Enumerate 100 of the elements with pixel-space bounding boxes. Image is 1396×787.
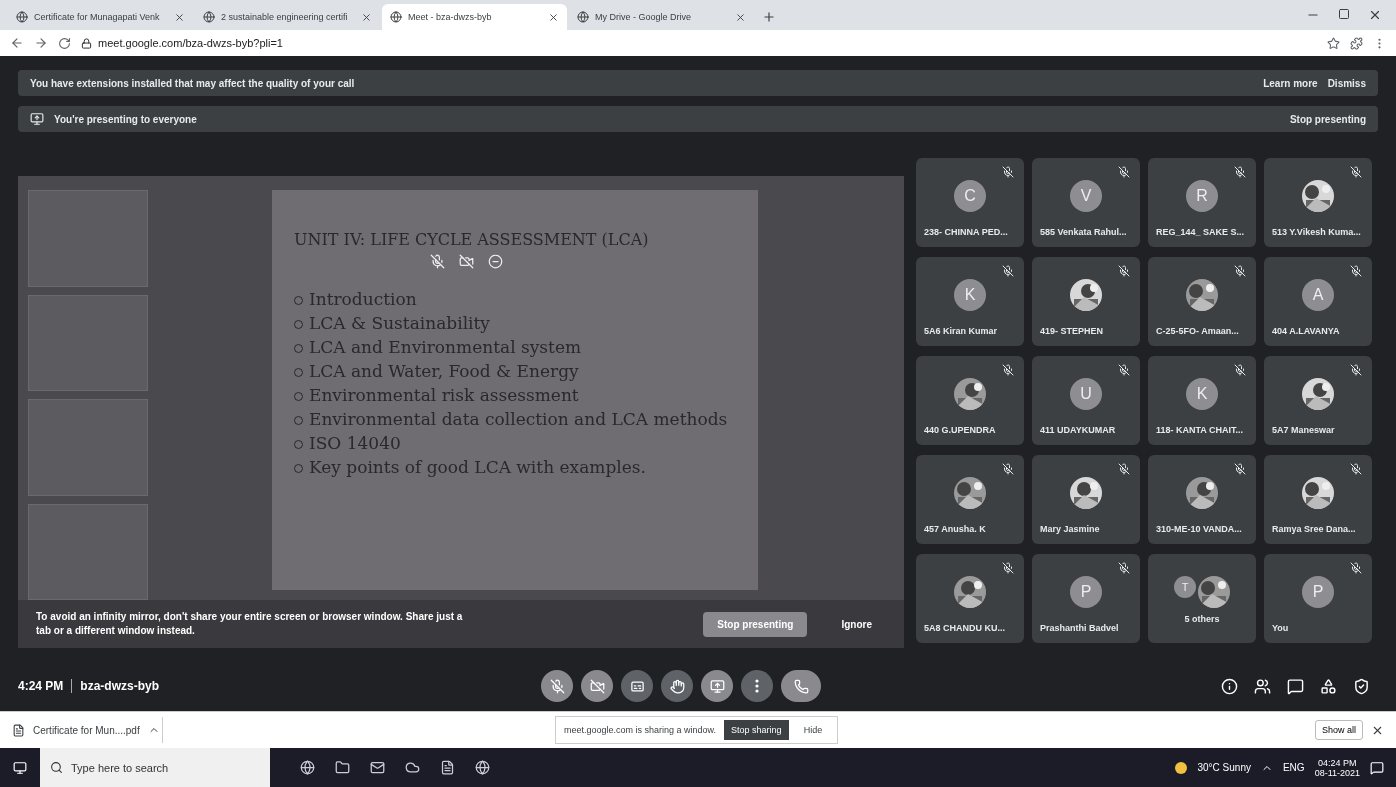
- stop-sharing-button[interactable]: Stop sharing: [724, 720, 789, 740]
- clock-time: 04:24 PM: [1318, 757, 1357, 768]
- hide-button[interactable]: Hide: [796, 720, 830, 740]
- participant-name: 513 Y.Vikesh Kuma...: [1272, 227, 1361, 237]
- participant-name: 238- CHINNA PED...: [924, 227, 1008, 237]
- participant-name: 411 UDAYKUMAR: [1040, 425, 1116, 435]
- avatar: P: [1070, 576, 1102, 608]
- taskbar-app-icon[interactable]: [475, 760, 490, 775]
- sharing-text: meet.google.com is sharing a window.: [564, 725, 717, 735]
- people-icon[interactable]: [1254, 677, 1271, 695]
- camera-off-icon[interactable]: [459, 254, 474, 269]
- captions-icon: [629, 678, 645, 694]
- avatar: C: [954, 180, 986, 212]
- slide-bullet: LCA and Environmental system: [309, 336, 582, 359]
- mic-button[interactable]: [541, 670, 574, 702]
- close-icon[interactable]: [735, 11, 746, 23]
- maximize-icon[interactable]: [1338, 8, 1350, 20]
- browser-tab[interactable]: My Drive - Google Drive: [569, 4, 754, 30]
- avatar: K: [1186, 378, 1218, 410]
- participant-name: Mary Jasmine: [1040, 524, 1100, 534]
- participant-name: 310-ME-10 VANDA...: [1156, 524, 1242, 534]
- extensions-icon[interactable]: [1350, 36, 1363, 50]
- participant-name: 457 Anusha. K: [924, 524, 986, 534]
- participant-name: 419- STEPHEN: [1040, 326, 1104, 336]
- chat-icon[interactable]: [1287, 677, 1304, 695]
- banner-link[interactable]: Stop presenting: [1289, 113, 1366, 125]
- phone-icon: [793, 678, 809, 694]
- banner-text: You have extensions installed that may affect the quality of your call: [30, 77, 356, 89]
- avatar: U: [1070, 378, 1102, 410]
- present-icon: [30, 112, 44, 126]
- call-time: 4:24 PM: [18, 679, 64, 693]
- participant-name: Ramya Sree Dana...: [1272, 524, 1356, 534]
- present-button[interactable]: [701, 670, 734, 702]
- participant-name: 404 A.LAVANYA: [1272, 326, 1340, 336]
- raise-hand-button[interactable]: [661, 670, 694, 702]
- camera-off-icon: [589, 678, 605, 694]
- warning-button[interactable]: Ignore: [827, 611, 886, 637]
- tab-icon: [577, 11, 589, 23]
- taskbar-app-icon[interactable]: [300, 760, 315, 775]
- slide-bullet: Key points of good LCA with examples.: [309, 456, 646, 479]
- captions-button[interactable]: [621, 670, 654, 702]
- weather-text: 30°C Sunny: [1197, 762, 1251, 773]
- lock-icon: [81, 37, 92, 49]
- avatar: P: [1302, 576, 1334, 608]
- star-icon[interactable]: [1327, 36, 1340, 50]
- end-call-button[interactable]: [781, 670, 822, 702]
- warning-text: To avoid an infinity mirror, don't share your entire screen or browser window. Share just a tab or a different window instead.: [36, 610, 464, 638]
- participant-name: You: [1272, 623, 1289, 633]
- participant-name: REG_144_ SAKE S...: [1156, 227, 1245, 237]
- taskbar-app-icon[interactable]: [370, 760, 385, 775]
- participant-name: Prashanthi Badvel: [1040, 623, 1119, 633]
- remove-icon[interactable]: [488, 254, 503, 269]
- reload-icon[interactable]: [58, 36, 71, 50]
- participant-name: 585 Venkata Rahul...: [1040, 227, 1127, 237]
- participant-name: 440 G.UPENDRA: [924, 425, 996, 435]
- more-icon: [755, 679, 760, 693]
- close-icon[interactable]: [548, 11, 559, 23]
- download-item[interactable]: Certificate for Mun....pdf: [33, 724, 140, 736]
- url-field[interactable]: meet.google.com/bza-dwzs-byb?pli=1: [98, 37, 283, 49]
- participant-name: 5A8 CHANDU KU...: [924, 623, 1005, 633]
- info-icon[interactable]: [1221, 677, 1238, 695]
- search-icon: [50, 761, 63, 774]
- banner-link[interactable]: Dismiss: [1327, 77, 1366, 89]
- meeting-code: bza-dwzs-byb: [80, 679, 160, 693]
- language-text[interactable]: ENG: [1282, 762, 1305, 773]
- participant-name: 5 others: [1184, 614, 1220, 624]
- browser-tab[interactable]: Meet - bza-dwzs-byb: [382, 4, 567, 30]
- slide-title: UNIT IV: LIFE CYCLE ASSESSMENT (LCA): [294, 230, 650, 249]
- taskbar-app-icon[interactable]: [440, 760, 455, 775]
- clock-date: 08-11-2021: [1314, 767, 1360, 778]
- browser-tab[interactable]: 2 sustainable engineering certifi: [195, 4, 380, 30]
- mic-off-icon[interactable]: [430, 254, 445, 269]
- new-tab-icon[interactable]: [762, 10, 776, 24]
- mic-off-icon: [549, 678, 565, 694]
- banner-text: You're presenting to everyone: [54, 113, 198, 125]
- taskbar-app-icon[interactable]: [405, 760, 420, 775]
- slide-bullet: LCA & Sustainability: [309, 312, 490, 335]
- activities-icon[interactable]: [1320, 677, 1337, 695]
- participant-name: 5A7 Maneswar: [1272, 425, 1335, 435]
- weather-icon: [1175, 761, 1188, 774]
- banner-link[interactable]: Learn more: [1263, 77, 1318, 89]
- forward-icon[interactable]: [34, 36, 48, 50]
- more-button[interactable]: [741, 670, 774, 702]
- search-field[interactable]: Type here to search: [40, 748, 270, 787]
- show-all-button[interactable]: Show all: [1314, 720, 1363, 740]
- close-icon[interactable]: [174, 11, 185, 23]
- browser-tab[interactable]: Certificate for Munagapati Venk: [8, 4, 193, 30]
- taskbar-app-icon[interactable]: [335, 760, 350, 775]
- tab-icon: [390, 11, 402, 23]
- tab-icon: [16, 11, 28, 23]
- participant-name: 5A6 Kiran Kumar: [924, 326, 998, 336]
- close-icon[interactable]: [1368, 8, 1382, 22]
- participant-name: 118- KANTA CHAIT...: [1156, 425, 1243, 435]
- shield-icon[interactable]: [1353, 677, 1370, 695]
- camera-button[interactable]: [581, 670, 614, 702]
- close-icon[interactable]: [361, 11, 372, 23]
- notifications-icon[interactable]: [1370, 760, 1384, 775]
- slide-bullet: Environmental risk assessment: [309, 384, 579, 407]
- back-icon[interactable]: [10, 36, 24, 50]
- tab-icon: [203, 11, 215, 23]
